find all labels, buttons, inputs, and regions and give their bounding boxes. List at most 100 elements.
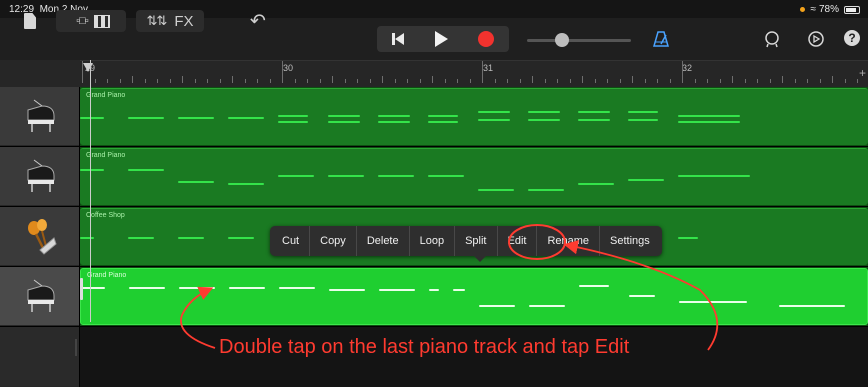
timeline-ruler[interactable]: 29 30 31 32 + [80, 60, 868, 87]
master-volume-knob[interactable] [555, 33, 569, 47]
midi-note [478, 189, 514, 191]
region-label: Grand Piano [87, 272, 127, 279]
track-header-resize-handle[interactable] [75, 339, 77, 356]
context-menu-pointer [474, 256, 486, 262]
midi-note [479, 305, 515, 307]
ruler-tick [757, 79, 758, 83]
midi-note [678, 121, 740, 123]
menu-item-split[interactable]: Split [455, 226, 498, 256]
ruler-tick [769, 79, 771, 83]
track-header-grand-piano-1[interactable] [0, 87, 79, 146]
midi-note [278, 115, 308, 117]
master-volume-slider[interactable] [527, 39, 631, 42]
track-view-button[interactable]: ▫□▫ [60, 11, 126, 31]
midi-note [378, 175, 414, 177]
menu-item-cut[interactable]: Cut [272, 226, 311, 256]
status-right: ≈ 78% [800, 4, 860, 15]
bar-number: 31 [483, 63, 494, 73]
ruler-tick [819, 79, 821, 83]
midi-note [678, 237, 698, 239]
ruler-tick [619, 79, 621, 83]
midi-note [578, 183, 614, 185]
ruler-tick [132, 76, 133, 83]
help-icon[interactable]: ? [843, 29, 861, 47]
region-grand-piano-1[interactable]: Grand Piano [80, 88, 868, 145]
ruler-tick [444, 79, 446, 83]
ruler-tick [394, 79, 396, 83]
midi-note [328, 121, 360, 123]
ruler-tick [457, 79, 458, 83]
midi-note [579, 285, 609, 287]
ruler-tick [319, 79, 321, 83]
add-section-button[interactable]: + [859, 66, 866, 80]
ruler-tick [119, 79, 121, 83]
ruler-tick [432, 76, 433, 83]
settings-icon[interactable] [806, 29, 826, 49]
ruler-tick [194, 79, 196, 83]
ruler-tick [107, 79, 108, 83]
midi-note [80, 237, 94, 239]
ruler-tick [182, 76, 183, 83]
annotation-instruction: Double tap on the last piano track and t… [219, 336, 630, 358]
metronome-icon[interactable] [652, 30, 670, 48]
midi-note [228, 117, 264, 119]
track-lane: Grand Piano [80, 147, 868, 206]
document-icon[interactable] [22, 11, 38, 31]
menu-item-edit[interactable]: Edit [498, 226, 538, 256]
ruler-tick [307, 79, 308, 83]
ruler-tick [482, 61, 483, 83]
midi-note [628, 119, 658, 121]
region-trim-handle[interactable] [80, 278, 83, 300]
rewind-icon[interactable] [387, 28, 409, 50]
keyboard-icon[interactable] [93, 14, 110, 28]
midi-note [679, 301, 747, 303]
playhead-handle[interactable] [82, 61, 94, 73]
ruler-tick [257, 79, 258, 83]
midi-note [178, 237, 204, 239]
midi-note [229, 287, 265, 289]
track-header-grand-piano-3[interactable] [0, 267, 79, 326]
region-grand-piano-3[interactable]: Grand Piano [80, 268, 868, 325]
fx-button[interactable]: FX [174, 13, 193, 30]
context-menu: Cut Copy Delete Loop Split Edit Rename S… [270, 226, 662, 256]
ruler-tick [232, 76, 233, 83]
midi-note [129, 287, 165, 289]
ruler-tick [269, 79, 271, 83]
menu-item-settings[interactable]: Settings [600, 226, 660, 256]
track-header-coffee-shop[interactable] [0, 207, 79, 266]
midi-note [428, 175, 464, 177]
menu-item-delete[interactable]: Delete [357, 226, 410, 256]
midi-note [578, 119, 610, 121]
region-grand-piano-2[interactable]: Grand Piano [80, 148, 868, 205]
ruler-tick [244, 79, 246, 83]
menu-item-copy[interactable]: Copy [310, 226, 357, 256]
mixer-fx-button[interactable]: ⇅⇅ FX [138, 11, 202, 31]
ruler-tick [532, 76, 533, 83]
ruler-tick [657, 79, 658, 83]
track-header-grand-piano-2[interactable] [0, 147, 79, 206]
record-icon[interactable] [476, 29, 496, 49]
midi-note [779, 305, 845, 307]
midi-note [678, 175, 750, 177]
mixer-icon[interactable]: ⇅⇅ [147, 13, 168, 29]
ruler-tick [732, 76, 733, 83]
play-icon[interactable] [430, 28, 452, 50]
ruler-tick [294, 79, 296, 83]
midi-note [379, 289, 415, 291]
midi-note [378, 115, 410, 117]
midi-note [329, 289, 365, 291]
track-view-icon: ▫□▫ [76, 15, 88, 27]
loop-browser-icon[interactable] [762, 29, 782, 49]
menu-item-rename[interactable]: Rename [537, 226, 601, 256]
ruler-tick [344, 79, 346, 83]
midi-note [528, 189, 564, 191]
undo-icon[interactable]: ↶ [246, 10, 270, 32]
midi-note [328, 115, 360, 117]
midi-note [278, 175, 314, 177]
grand-piano-icon [27, 99, 54, 132]
region-label: Grand Piano [86, 92, 126, 99]
midi-note [528, 111, 560, 113]
menu-item-loop[interactable]: Loop [410, 226, 456, 256]
midi-note [378, 121, 410, 123]
midi-note [528, 119, 560, 121]
